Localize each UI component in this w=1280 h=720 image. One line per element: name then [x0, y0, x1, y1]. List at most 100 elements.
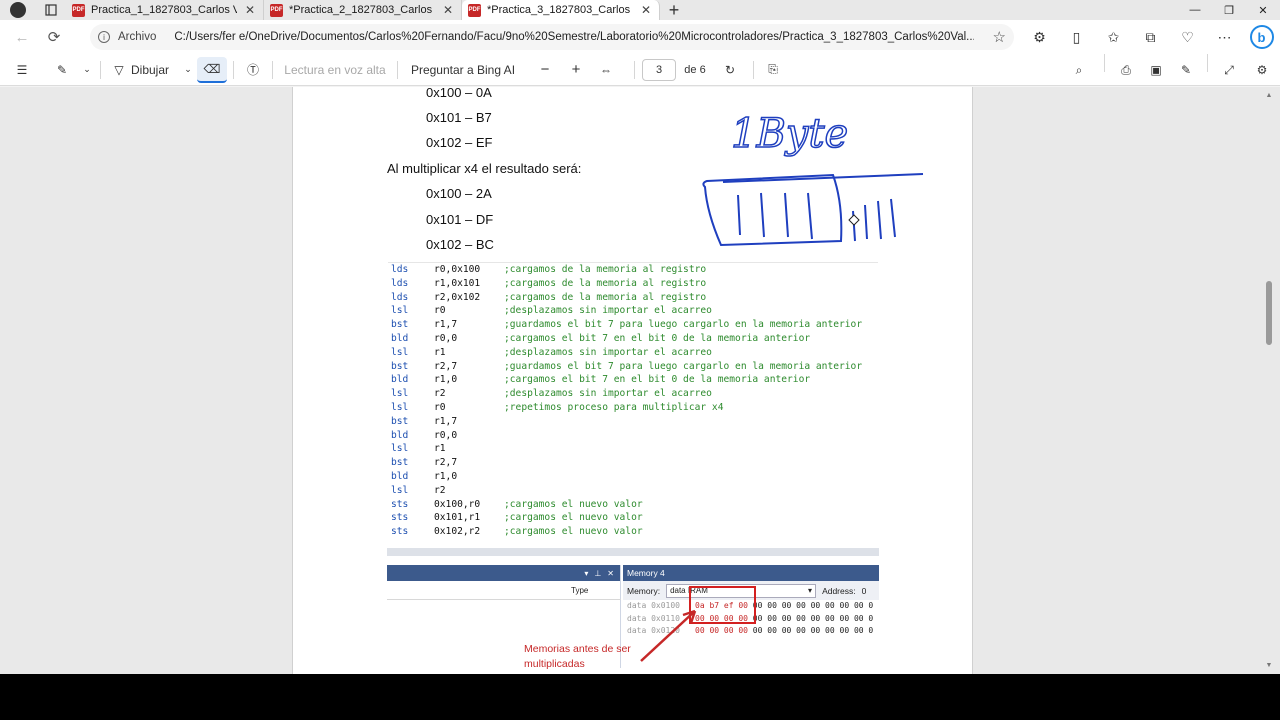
divider: [397, 60, 398, 79]
pin-icon: ⊥: [594, 568, 602, 578]
pdf-toolbar: ☰ ✎ ⌄ ▽ Dibujar ⌄ ⌫ Ⓣ Lectura en voz alt…: [0, 54, 1280, 86]
code-line: bst r2,7: [388, 456, 878, 470]
eraser-icon[interactable]: ⌫: [197, 56, 227, 83]
code-line: bst r2,7 ;guardamos el bit 7 para luego ca…: [388, 360, 878, 374]
code-instruction: bld: [391, 374, 409, 386]
close-window-button[interactable]: ✕: [1246, 0, 1280, 20]
zoom-out-button[interactable]: −: [522, 54, 568, 86]
assembly-code-block: lds r0,0x100 ;cargamos de la memoria al re…: [388, 262, 878, 539]
code-operands: r1,7: [434, 415, 458, 427]
restore-button[interactable]: ❐: [1212, 0, 1246, 20]
browser-window: PDF Practica_1_1827803_Carlos Valtie ✕ P…: [0, 0, 1280, 674]
result-value-line: 0x100 – 2A: [426, 186, 492, 201]
handwriting-ink: 1Byte: [702, 110, 924, 247]
tab-actions-button[interactable]: [36, 0, 66, 20]
code-comment: ;cargamos el nuevo valor: [504, 512, 643, 524]
search-icon[interactable]: ⌕: [1060, 54, 1098, 86]
draw-icon[interactable]: ▽: [107, 54, 131, 86]
vertical-scrollbar[interactable]: ▲ ▼: [1264, 91, 1274, 671]
print-icon[interactable]: ⎙: [1111, 54, 1141, 86]
more-menu-icon[interactable]: ⋯: [1206, 20, 1243, 54]
tab-strip: PDF Practica_1_1827803_Carlos Valtie ✕ P…: [0, 0, 1280, 20]
browser-essentials-icon[interactable]: ♡: [1169, 20, 1206, 54]
profile-avatar: [10, 2, 26, 18]
code-operands: r0,0x100: [434, 264, 481, 275]
code-instruction: bld: [391, 470, 409, 482]
code-line: lds r0,0x100 ;cargamos de la memoria al re…: [388, 263, 878, 277]
close-icon[interactable]: ✕: [441, 3, 455, 17]
page-view-icon[interactable]: ⎘: [760, 54, 786, 86]
code-comment: ;cargamos de la memoria al registro: [504, 291, 707, 303]
divider: [387, 599, 621, 600]
save-as-icon[interactable]: ✎: [1171, 54, 1201, 86]
tab-practica-3[interactable]: PDF *Practica_3_1827803_Carlos Valti ✕: [462, 0, 660, 20]
code-line: sts 0x101,r1 ;cargamos el nuevo valor: [388, 511, 878, 525]
letterbox-bar: [0, 674, 1280, 720]
fullscreen-icon[interactable]: ⤢: [1214, 54, 1244, 86]
code-instruction: lsl: [391, 346, 409, 358]
profile-button[interactable]: [0, 0, 36, 20]
scroll-thumb[interactable]: [1266, 281, 1272, 345]
favorites-icon[interactable]: ✩: [1095, 20, 1132, 54]
code-line: bst r1,7: [388, 415, 878, 429]
code-operands: r0,0: [434, 332, 458, 344]
tab-practica-2[interactable]: PDF *Practica_2_1827803_Carlos Valti ✕: [264, 0, 462, 20]
code-instruction: bst: [391, 457, 409, 469]
code-line: lsl r0 ;desplazamos sin importar el acarre…: [388, 304, 878, 318]
code-line: lsl r0 ;repetimos proceso para multiplicar…: [388, 401, 878, 415]
back-button[interactable]: ←: [6, 20, 38, 54]
code-comment: ;desplazamos sin importar el acarreo: [504, 346, 712, 358]
code-comment: ;desplazamos sin importar el acarreo: [504, 388, 712, 400]
memory-bytes: 00 00 00 00 00 00 00 00 0: [747, 601, 874, 610]
code-line: sts 0x100,r0 ;cargamos el nuevo valor: [388, 498, 878, 512]
code-operands: 0x102,r2: [434, 526, 481, 538]
code-line: sts 0x102,r2 ;cargamos el nuevo valor: [388, 525, 878, 539]
address-bar[interactable]: i Archivo C:/Users/fer e/OneDrive/Docume…: [90, 24, 1014, 50]
copilot-button[interactable]: b: [1243, 20, 1280, 54]
new-tab-button[interactable]: +: [660, 0, 688, 20]
rotate-icon[interactable]: ↻: [713, 54, 747, 86]
code-operands: r0,0: [434, 429, 458, 441]
result-value-line: 0x102 – BC: [426, 237, 494, 252]
settings-gear-icon[interactable]: ⚙: [1244, 54, 1280, 86]
page-number-input[interactable]: 3: [642, 58, 676, 81]
code-line: bld r1,0: [388, 470, 878, 484]
divider: [634, 60, 635, 79]
code-operands: r1,7: [434, 319, 458, 331]
extensions-icon[interactable]: ⚙: [1021, 20, 1058, 54]
code-instruction: lsl: [391, 484, 409, 496]
ask-bing-button[interactable]: Preguntar a Bing AI: [404, 54, 522, 86]
divider: [100, 60, 101, 79]
code-operands: r2: [434, 388, 446, 400]
divider: [1207, 54, 1208, 72]
contents-icon[interactable]: ☰: [0, 54, 44, 86]
read-aloud-button[interactable]: Lectura en voz alta: [279, 54, 391, 86]
memory-value-line: 0x100 – 0A: [426, 87, 492, 100]
chevron-down-icon[interactable]: ⌄: [179, 54, 197, 86]
zoom-in-button[interactable]: +: [568, 54, 584, 86]
add-text-icon[interactable]: Ⓣ: [240, 54, 266, 86]
fit-width-icon[interactable]: ⇔: [584, 54, 628, 86]
divider: [753, 60, 754, 79]
memory-bytes: 00 00 00 00 00 00 00 00 0: [747, 626, 874, 635]
code-operands: r1,0: [434, 470, 458, 482]
save-icon[interactable]: ▣: [1141, 54, 1171, 86]
highlight-icon[interactable]: ✎: [44, 54, 80, 86]
close-icon[interactable]: ✕: [243, 3, 257, 17]
favorite-star-icon[interactable]: ☆: [993, 28, 1006, 46]
pdf-viewer[interactable]: 0x100 – 0A 0x101 – B7 0x102 – EF Al mult…: [0, 87, 1280, 674]
split-screen-icon[interactable]: ▯: [1058, 20, 1095, 54]
chevron-down-icon[interactable]: ⌄: [80, 54, 94, 86]
refresh-button[interactable]: ⟳: [38, 20, 70, 54]
scroll-up-arrow-icon[interactable]: ▲: [1264, 91, 1274, 101]
collections-icon[interactable]: ⧉: [1132, 20, 1169, 54]
scroll-down-arrow-icon[interactable]: ▼: [1264, 661, 1274, 671]
code-instruction: bst: [391, 415, 409, 427]
draw-button[interactable]: Dibujar: [131, 54, 179, 86]
tab-practica-1[interactable]: PDF Practica_1_1827803_Carlos Valtie ✕: [66, 0, 264, 20]
close-icon[interactable]: ✕: [639, 3, 653, 17]
memory-value-line: 0x101 – B7: [426, 110, 492, 125]
code-line: bst r1,7 ;guardamos el bit 7 para luego ca…: [388, 318, 878, 332]
code-line: bld r0,0: [388, 429, 878, 443]
minimize-button[interactable]: —: [1178, 0, 1212, 20]
